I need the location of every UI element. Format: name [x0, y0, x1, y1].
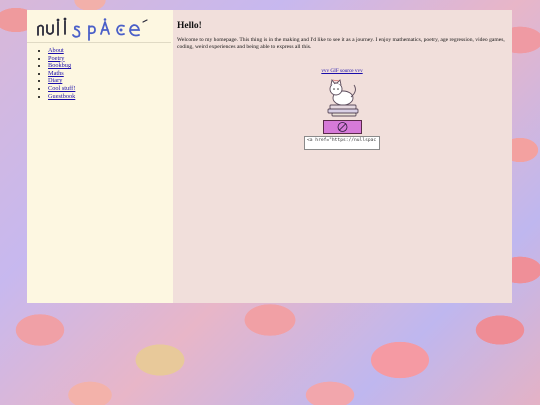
nav-link-about[interactable]: About [48, 47, 64, 54]
nullspace-badge-icon [323, 120, 361, 133]
logo-lettering-icon [37, 17, 148, 41]
nav-item-about: About [48, 47, 173, 55]
nav-item-poetry: Poetry [48, 55, 173, 63]
gif-source-link[interactable]: vvv GIF source vvv [321, 68, 362, 74]
nav-item-guestbook: Guestbook [48, 93, 173, 101]
nav-link-bookbug[interactable]: Bookbug [48, 62, 71, 69]
nav-item-diary: Diary [48, 77, 173, 85]
site-logo[interactable] [27, 14, 171, 43]
page-frame: About Poetry Bookbug Maths Diary Cool st… [27, 10, 512, 303]
intro-text: Welcome to my homepage. This thing is in… [177, 37, 505, 50]
nav-list: About Poetry Bookbug Maths Diary Cool st… [27, 47, 173, 100]
nav-link-guestbook[interactable]: Guestbook [48, 93, 75, 100]
nav-item-maths: Maths [48, 70, 173, 78]
nav-item-bookbug: Bookbug [48, 62, 173, 70]
nav-link-maths[interactable]: Maths [48, 70, 64, 77]
site-badge[interactable] [322, 119, 362, 134]
page-title: Hello! [177, 21, 202, 31]
main-content: Hello! Welcome to my homepage. This thin… [173, 10, 512, 303]
nav-link-poetry[interactable]: Poetry [48, 55, 64, 62]
nav-link-cool-stuff[interactable]: Cool stuff! [48, 85, 75, 92]
sidebar: About Poetry Bookbug Maths Diary Cool st… [27, 10, 173, 303]
cat-image-icon [327, 78, 359, 117]
embed-code-box[interactable]: <a href="https://nullspac [304, 135, 380, 150]
gif-section: vvv GIF source vvv <a href="https://null… [177, 59, 507, 150]
nav-link-diary[interactable]: Diary [48, 77, 62, 84]
nav-item-cool-stuff: Cool stuff! [48, 85, 173, 93]
